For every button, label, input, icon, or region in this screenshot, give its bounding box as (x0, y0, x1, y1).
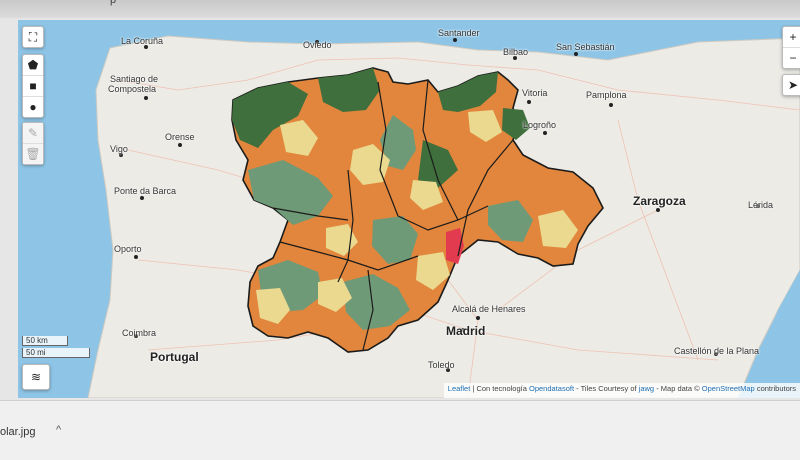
osm-link[interactable]: OpenStreetMap (702, 384, 755, 393)
city-label: Santiago de (110, 74, 159, 84)
download-filename[interactable]: olar.jpg (0, 426, 35, 438)
attrib-tiles: - Tiles Courtesy of (576, 384, 637, 393)
locate-control: ➤ (782, 74, 800, 96)
city-label: Coimbra (122, 328, 157, 338)
zoom-control: + − (782, 26, 800, 69)
country-label: Portugal (150, 350, 199, 364)
city-label: Compostela (108, 84, 157, 94)
opendatasoft-link[interactable]: Opendatasoft (529, 384, 574, 393)
map-frame: La Coruña Oviedo Santander Bilbao San Se… (0, 18, 800, 400)
city-label: Ponte da Barca (114, 186, 177, 196)
square-icon[interactable]: ■ (23, 76, 43, 97)
layers-control: ≋ (22, 364, 50, 390)
city-label: Zaragoza (633, 194, 686, 208)
city-label: Oviedo (303, 40, 332, 50)
city-label: San Sebastián (556, 42, 615, 52)
circle-icon[interactable]: ● (23, 97, 43, 117)
edit-icon[interactable]: ✎ (23, 123, 43, 144)
city-label: Pamplona (586, 90, 627, 100)
city-label: Logroño (523, 120, 557, 130)
scale-km: 50 km (22, 336, 68, 346)
city-label: Alcalá de Henares (452, 304, 526, 314)
city-label: Orense (165, 132, 195, 142)
trash-icon[interactable]: 🗑 (23, 144, 43, 164)
layers-icon[interactable]: ≋ (23, 365, 49, 389)
fullscreen-control: ⛶ (22, 26, 44, 48)
attrib-contrib: contributors (756, 384, 796, 393)
scale-mi: 50 mi (22, 348, 90, 358)
leaflet-link[interactable]: Leaflet (448, 384, 471, 393)
locate-icon[interactable]: ➤ (783, 75, 800, 95)
chevron-up-icon[interactable]: ^ (56, 424, 61, 436)
city-label: Lérida (748, 200, 774, 210)
edit-toolbar: ✎ 🗑 (22, 122, 44, 165)
attrib-mapdata: - Map data © (656, 384, 700, 393)
polygon-icon[interactable]: ⬟ (23, 55, 43, 76)
draw-toolbar: ⬟ ■ ● (22, 54, 44, 118)
map-canvas[interactable]: La Coruña Oviedo Santander Bilbao San Se… (18, 20, 800, 398)
jawg-link[interactable]: jawg (639, 384, 654, 393)
browser-top-bar: p (0, 0, 800, 18)
download-bar (0, 400, 800, 460)
city-label: Oporto (114, 244, 142, 254)
attrib-tech: | Con tecnología (472, 384, 527, 393)
city-label: Castellón de la Plana (674, 346, 760, 356)
city-label: Bilbao (503, 47, 529, 57)
city-label: Vitoria (522, 88, 548, 98)
city-label: Santander (438, 28, 480, 38)
city-label: Vigo (110, 144, 128, 154)
city-label: Toledo (428, 360, 455, 370)
fullscreen-icon[interactable]: ⛶ (23, 27, 43, 47)
zoom-in-button[interactable]: + (783, 27, 800, 48)
zoom-out-button[interactable]: − (783, 48, 800, 68)
attribution: Leaflet | Con tecnología Opendatasoft - … (443, 383, 800, 398)
city-label: Madrid (446, 324, 486, 338)
address-fragment: p (110, 0, 117, 6)
city-label: La Coruña (121, 36, 164, 46)
